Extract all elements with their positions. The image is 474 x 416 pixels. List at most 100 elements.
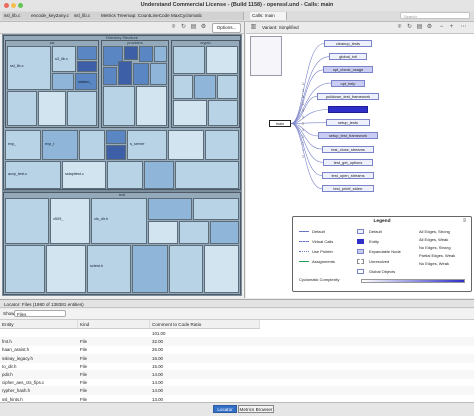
treemap-block[interactable] [106, 145, 126, 160]
treemap-block[interactable] [67, 91, 97, 126]
treemap-block[interactable]: ssl_lib.c [7, 46, 51, 90]
legend-menu-icon[interactable]: ≡ [461, 218, 468, 225]
node-callee[interactable]: cleanup_tests [324, 40, 372, 47]
treemap-block[interactable] [173, 46, 205, 74]
treemap-block[interactable] [154, 46, 167, 62]
node-callee[interactable]: test_open_streams [322, 172, 374, 179]
treemap-block[interactable] [107, 161, 143, 189]
treemap-block[interactable]: acvp_test.c [5, 161, 61, 189]
node-callee[interactable]: pulldown_test_framework [317, 92, 379, 100]
treemap-block[interactable]: evp_ [5, 130, 41, 160]
legend-title: Legend [373, 219, 391, 224]
treemap-block[interactable] [79, 130, 105, 160]
edge-count-label: 1 [302, 155, 304, 159]
legend-item: Partial Edges, Weak [419, 253, 456, 258]
treemap-block[interactable] [77, 61, 97, 72]
call-edges: 111111111111 [290, 43, 332, 189]
treemap-block[interactable] [5, 198, 49, 244]
treemap-block[interactable] [217, 75, 238, 99]
treemap-block[interactable]: s_server [127, 130, 167, 160]
node-callee[interactable]: test_get_options [323, 158, 373, 166]
camera-icon[interactable]: ⌾ [170, 24, 177, 31]
treemap-block[interactable] [204, 245, 239, 293]
node-callee[interactable]: setup_tests [326, 119, 370, 127]
tab-metrics-treemap[interactable]: Metrics Treemap: CountLineCode MaxCyclom… [99, 12, 244, 20]
node-expandable-swatch [357, 249, 364, 254]
treemap-block[interactable] [124, 46, 138, 60]
treemap-block[interactable] [150, 63, 167, 85]
call-edge [290, 123, 323, 176]
group-label: ssl [49, 41, 55, 45]
treemap-block[interactable] [38, 91, 66, 126]
legend-item: No Edges, Weak [419, 261, 449, 266]
treemap-block[interactable]: sslapitest.c [62, 161, 106, 189]
treemap-block[interactable]: evp_t [42, 130, 78, 160]
node-main[interactable]: main [269, 120, 291, 127]
node-callee[interactable]: test_printf_stderr [322, 185, 374, 193]
show-dropdown[interactable]: Files [14, 310, 66, 317]
gear-icon[interactable]: ⚙ [200, 24, 207, 31]
treemap-block[interactable] [46, 245, 86, 293]
edge-count-label: 1 [302, 82, 304, 86]
block-label: sctest.h [90, 264, 104, 269]
column-header-kind[interactable]: Kind [78, 320, 150, 329]
treemap-block[interactable] [210, 221, 239, 244]
block-label: s3_lib.c [55, 56, 68, 61]
treemap-block[interactable] [103, 86, 135, 126]
treemap-block[interactable] [136, 86, 167, 126]
node-callee[interactable]: opt_help [331, 79, 365, 87]
treemap-block[interactable] [5, 245, 45, 293]
column-header-ratio[interactable]: Comment to Code Ratio [150, 320, 260, 329]
treemap-block[interactable] [206, 46, 238, 74]
tab-encode-key2any[interactable]: encode_key2any.c [29, 12, 76, 20]
legend-item: All Edges, Strong [419, 229, 450, 234]
treemap-block[interactable] [133, 63, 149, 85]
treemap-block[interactable] [148, 221, 178, 244]
treemap-block[interactable] [7, 91, 37, 126]
save-icon[interactable]: ▤ [190, 24, 197, 31]
treemap-block[interactable] [175, 161, 239, 189]
tab-metrics-browser[interactable]: Metrics Browser [238, 405, 274, 413]
treemap-block[interactable] [106, 130, 126, 144]
treemap-block[interactable] [173, 75, 193, 99]
treemap-block[interactable] [194, 75, 216, 99]
search-input[interactable]: Search [400, 12, 470, 19]
treemap-block[interactable]: sctest.h [87, 245, 131, 293]
treemap-block[interactable]: x509_ [50, 198, 90, 244]
node-callee[interactable]: global_init [329, 53, 367, 61]
node-callee[interactable] [328, 106, 368, 113]
treemap-block[interactable] [173, 100, 207, 126]
node-callee[interactable]: setup_test_framework [318, 132, 378, 140]
treemap-block[interactable] [179, 221, 209, 244]
treemap-block[interactable] [193, 198, 239, 220]
treemap-block[interactable]: statem_ [75, 73, 97, 90]
legend-item: Use Pointer [312, 249, 333, 254]
treemap-block[interactable] [168, 130, 204, 160]
treemap-block[interactable] [144, 161, 174, 189]
treemap-block[interactable] [148, 198, 192, 220]
tab-calls-main[interactable]: Calls: main [250, 12, 287, 20]
treemap-block[interactable]: cls_dir.h [91, 198, 147, 244]
legend-item: All Edges, Weak [419, 237, 449, 242]
treemap-block[interactable] [118, 61, 132, 85]
treemap-toolbar: ⌾ ↻ ▤ ⚙ Options... [0, 22, 244, 34]
column-header-entity[interactable]: Entity [0, 320, 78, 329]
refresh-icon[interactable]: ↻ [180, 24, 187, 31]
treemap-block[interactable] [52, 73, 74, 90]
block-label: sslapitest.c [65, 172, 84, 177]
treemap-block[interactable] [205, 130, 239, 160]
legend-item: No Edges, Strong [419, 245, 451, 250]
node-callee[interactable]: test_close_streams [322, 145, 374, 153]
treemap-block[interactable] [139, 46, 153, 62]
treemap-block[interactable] [77, 46, 97, 60]
block-label: cls_dir.h [94, 216, 108, 221]
node-callee[interactable]: opt_check_usage [323, 66, 373, 74]
treemap-block[interactable] [103, 67, 117, 85]
treemap-block[interactable]: s3_lib.c [52, 46, 76, 72]
treemap-block[interactable] [208, 100, 238, 126]
treemap-block[interactable] [132, 245, 168, 293]
options-button[interactable]: Options... [212, 23, 241, 33]
tab-locator[interactable]: Locator [213, 405, 237, 413]
treemap-block[interactable] [169, 245, 203, 293]
metrics-treemap[interactable]: Directory Structure ssl ssl_lib.c s3_lib… [2, 34, 242, 296]
